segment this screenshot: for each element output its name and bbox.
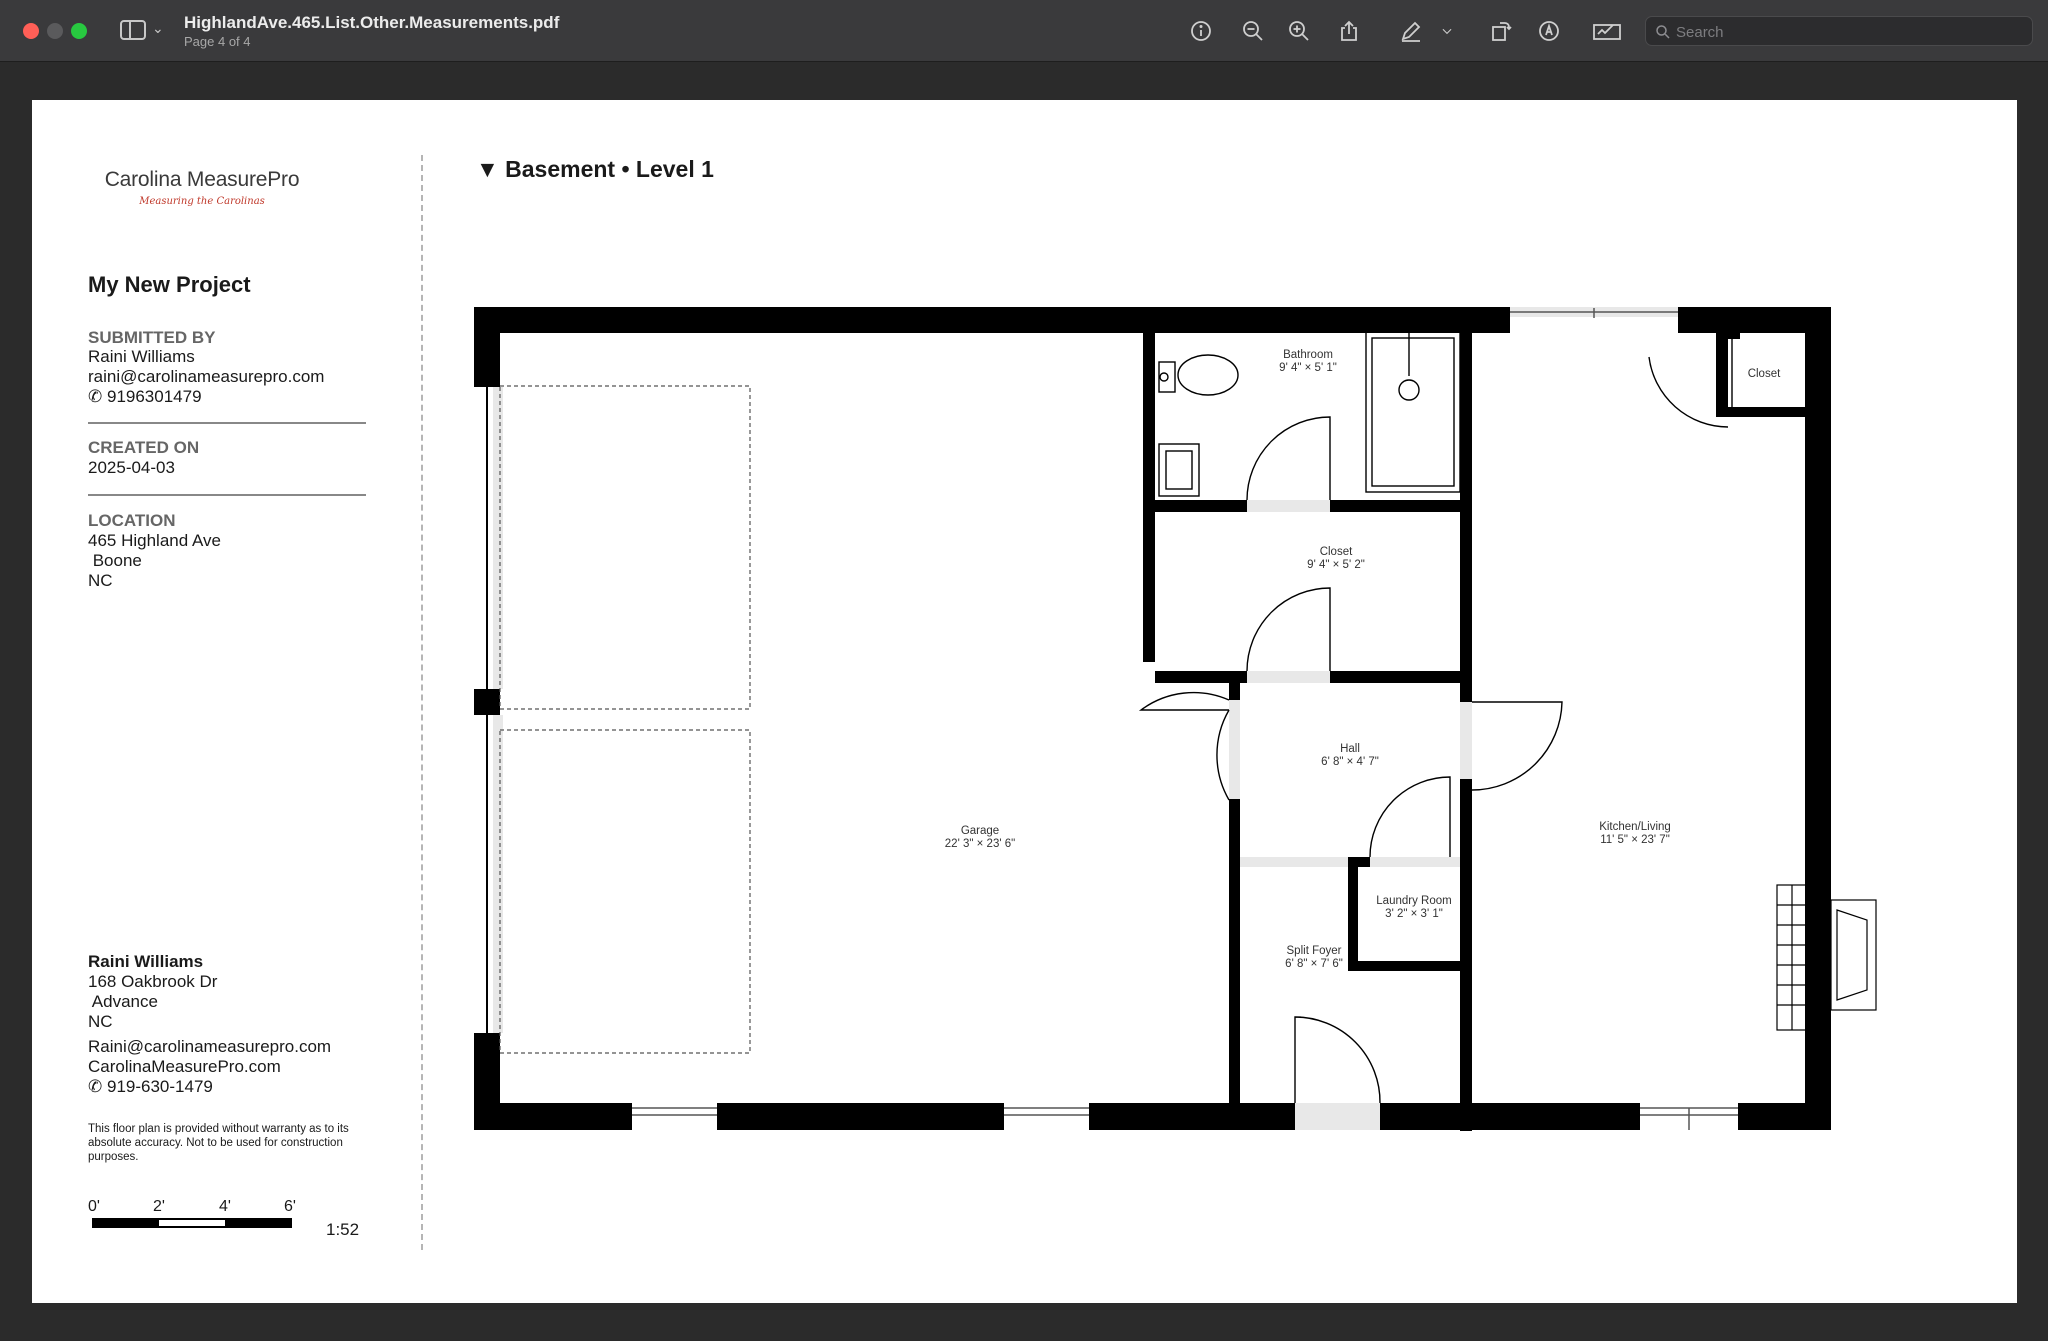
contact-name: Raini Williams [88, 952, 204, 971]
room-dims-garage: 22' 3" × 23' 6" [945, 838, 1015, 850]
scale-tick: 4' [219, 1198, 231, 1215]
room-dims-bathroom: 9' 4" × 5' 1" [1279, 362, 1337, 374]
floor-plan: Garage 22' 3" × 23' 6" Bathroom 9' 4" × … [474, 307, 1877, 1131]
disclaimer-text: This floor plan is provided without warr… [88, 1123, 349, 1163]
created-on-label: CREATED ON [88, 438, 200, 457]
zoom-out-icon[interactable] [1240, 18, 1266, 44]
search-field[interactable] [1645, 16, 2033, 46]
scale-bar-graphic [92, 1218, 292, 1228]
scale-tick: 6' [284, 1198, 296, 1215]
window-toolbar: ⌄ HighlandAve.465.List.Other.Measurement… [0, 0, 2048, 62]
contact-city: Advance [88, 992, 158, 1011]
scale-ratio: 1:52 [326, 1220, 360, 1239]
location-city: Boone [88, 551, 142, 570]
location-label: LOCATION [88, 511, 176, 530]
project-info-panel: Carolina MeasurePro Measuring the Caroli… [32, 100, 422, 1303]
section-divider [88, 422, 366, 424]
location-street: 465 Highland Ave [88, 531, 221, 550]
section-divider [88, 494, 366, 496]
markup-chevron-icon[interactable] [1440, 18, 1454, 44]
room-dims-kitchen: 11' 5" × 23' 7" [1600, 834, 1670, 846]
level-title: ▼ Basement • Level 1 [476, 156, 714, 182]
brand-tagline: Measuring the Carolinas [139, 196, 265, 207]
submitted-email: raini@carolinameasurepro.com [88, 367, 325, 386]
submitted-by-label: SUBMITTED BY [88, 328, 216, 347]
contact-email: Raini@carolinameasurepro.com [88, 1037, 332, 1056]
room-name-kitchen: Kitchen/Living [1599, 821, 1671, 833]
document-title: HighlandAve.465.List.Other.Measurements.… [184, 13, 560, 32]
room-name-hall: Hall [1340, 743, 1360, 755]
share-icon[interactable] [1336, 18, 1362, 44]
contact-phone-number: 919-630-1479 [106, 1077, 213, 1096]
maximize-window-button[interactable] [71, 23, 87, 39]
pdf-page: Carolina MeasurePro Measuring the Caroli… [32, 100, 2017, 1303]
created-date: 2025-04-03 [88, 458, 175, 477]
rotate-icon[interactable] [1488, 18, 1514, 44]
zoom-in-icon[interactable] [1286, 18, 1312, 44]
submitted-phone: ✆ 9196301479 [88, 387, 202, 407]
room-name-closet: Closet [1320, 546, 1353, 558]
room-name-foyer: Split Foyer [1287, 945, 1342, 957]
scale-tick: 0' [88, 1198, 100, 1215]
scale-tick: 2' [153, 1198, 165, 1215]
contact-phone: ✆ 919-630-1479 [88, 1077, 213, 1097]
phone-icon: ✆ [88, 387, 103, 406]
scale-bar: 0' 2' 4' 6' 1:52 [88, 1198, 359, 1239]
room-name-closet-small: Closet [1748, 368, 1781, 380]
search-icon [1656, 25, 1670, 39]
info-icon[interactable] [1188, 18, 1214, 44]
chevron-down-icon[interactable]: ⌄ [152, 20, 164, 37]
room-name-bathroom: Bathroom [1283, 349, 1333, 361]
room-name-laundry: Laundry Room [1376, 895, 1451, 907]
search-input[interactable] [1676, 21, 2016, 43]
brand-name: Carolina MeasurePro [104, 168, 300, 191]
location-state: NC [88, 571, 113, 590]
close-window-button[interactable] [23, 23, 39, 39]
room-dims-foyer: 6' 8" × 7' 6" [1285, 958, 1343, 970]
contact-street: 168 Oakbrook Dr [88, 972, 218, 991]
room-dims-hall: 6' 8" × 4' 7" [1321, 756, 1379, 768]
submitted-phone-number: 9196301479 [106, 387, 202, 406]
minimize-window-button[interactable] [47, 23, 63, 39]
phone-icon: ✆ [88, 1077, 103, 1096]
contact-website: CarolinaMeasurePro.com [88, 1057, 281, 1076]
room-dims-laundry: 3' 2" × 3' 1" [1385, 908, 1443, 920]
brand-logo: Carolina MeasurePro Measuring the Caroli… [102, 168, 302, 207]
sidebar-toggle-icon[interactable] [120, 20, 146, 40]
contact-state: NC [88, 1012, 113, 1031]
markup-pen-icon[interactable] [1398, 18, 1424, 44]
signature-icon[interactable] [1592, 18, 1622, 44]
page-indicator: Page 4 of 4 [184, 34, 251, 49]
scale-ticks: 0' 2' 4' 6' [88, 1198, 348, 1215]
submitted-name: Raini Williams [88, 347, 195, 366]
room-dims-closet: 9' 4" × 5' 2" [1307, 559, 1365, 571]
project-title: My New Project [88, 272, 251, 297]
room-name-garage: Garage [961, 825, 999, 837]
panel-divider [421, 155, 423, 1250]
annotate-icon[interactable] [1536, 18, 1562, 44]
